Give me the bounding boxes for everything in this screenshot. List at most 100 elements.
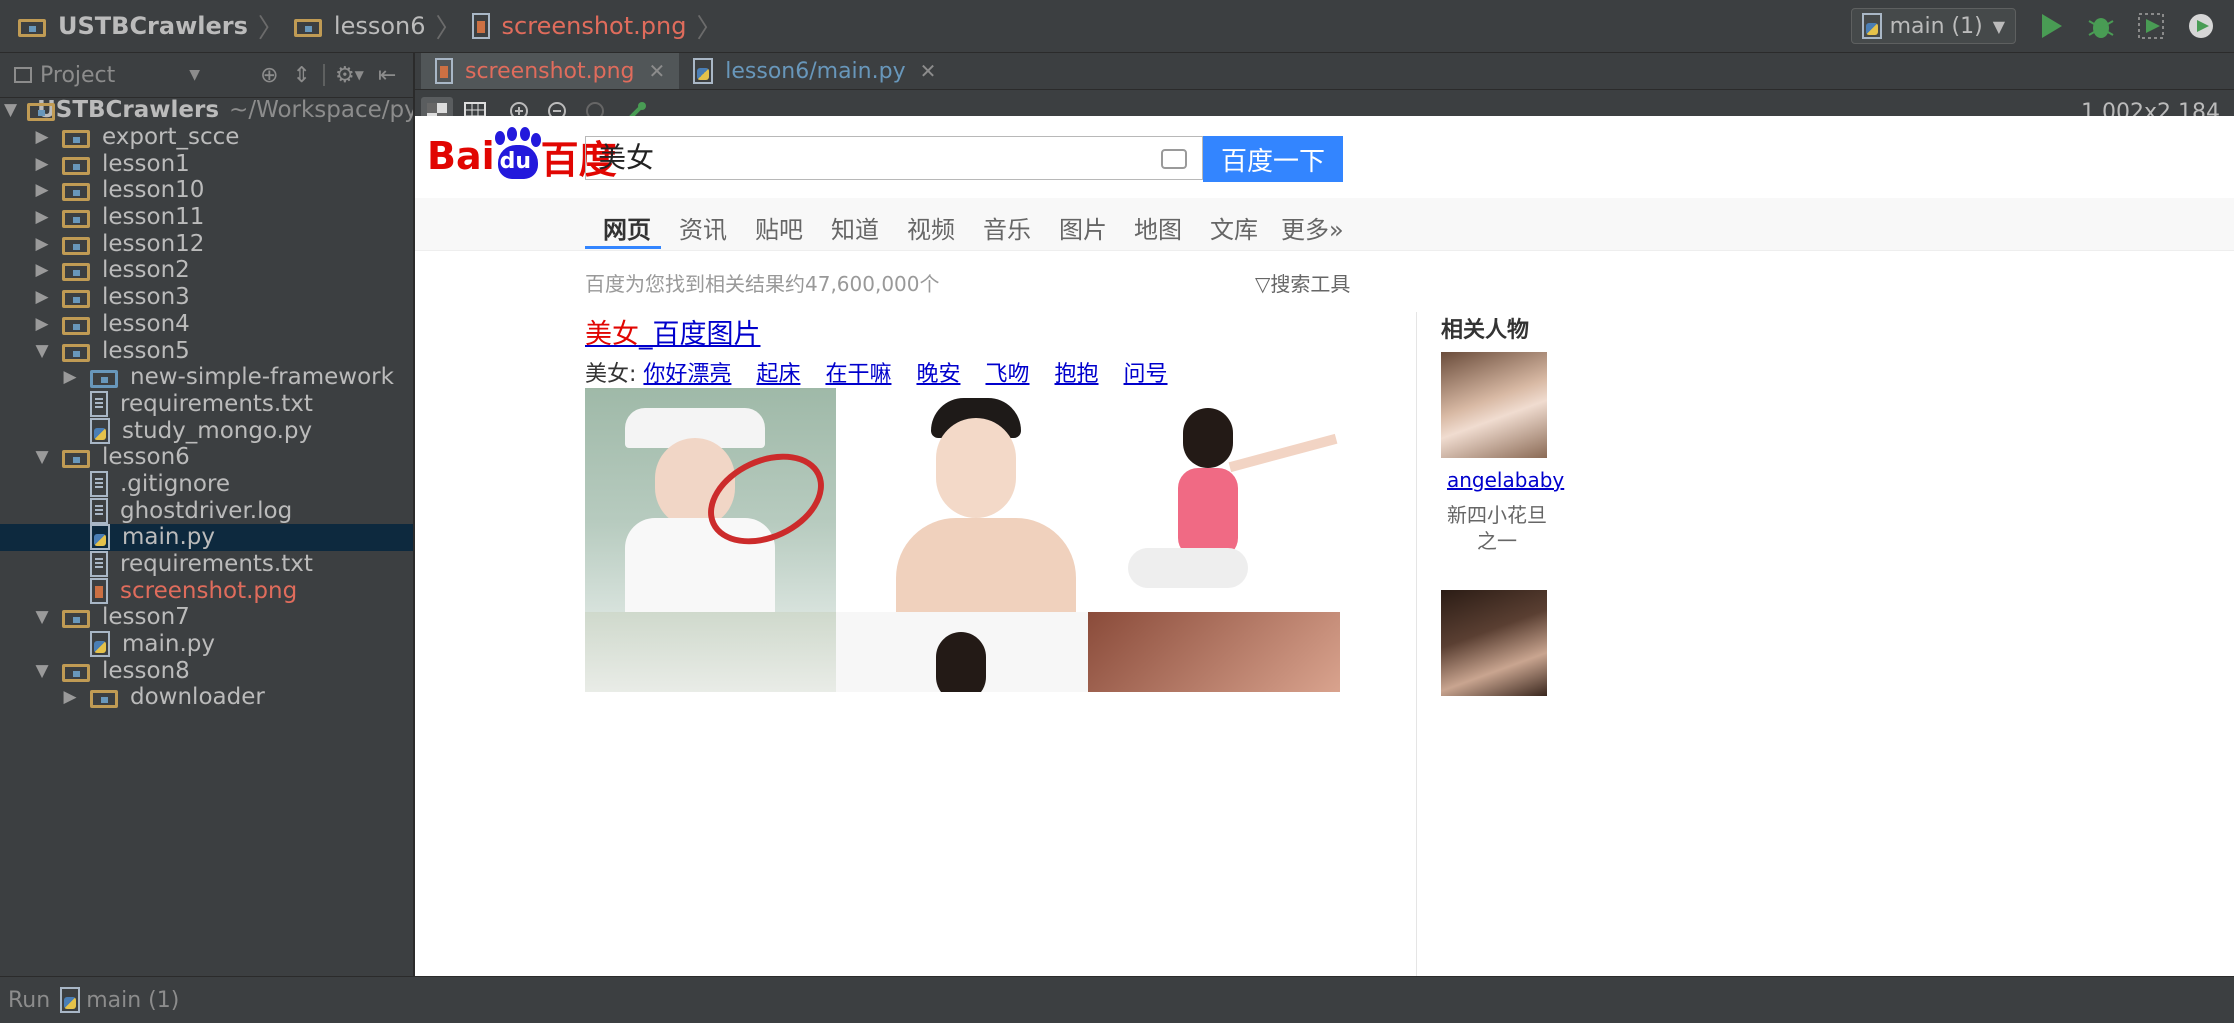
search-tools-link[interactable]: ▽搜索工具	[1255, 268, 1350, 297]
collapse-arrow-icon[interactable]: ▶	[60, 687, 80, 707]
expand-arrow-icon[interactable]: ▼	[32, 341, 52, 361]
nav-tab-zhidao[interactable]: 知道	[831, 210, 879, 245]
gear-icon[interactable]: ⚙	[335, 63, 355, 88]
collapse-arrow-icon[interactable]: ▶	[32, 287, 52, 307]
sub-link[interactable]: 问号	[1124, 362, 1168, 387]
result-count: 百度为您找到相关结果约47,600,000个	[585, 272, 940, 296]
image-thumbnail[interactable]	[585, 612, 836, 692]
image-thumbnail[interactable]	[1088, 388, 1340, 612]
collapse-arrow-icon[interactable]: ▶	[32, 154, 52, 174]
tree-item[interactable]: ▶ lesson1	[0, 150, 413, 177]
related-person-name[interactable]: angelababy	[1447, 468, 1564, 492]
breadcrumb-item-project[interactable]: USTBCrawlers	[58, 12, 248, 40]
result-title-link[interactable]: 美女_百度图片	[585, 312, 761, 351]
baidu-search-button[interactable]: 百度一下	[1203, 136, 1343, 182]
tree-item[interactable]: ▶ export_scce	[0, 124, 413, 151]
tree-item[interactable]: .gitignore	[0, 470, 413, 498]
close-icon[interactable]: ✕	[649, 59, 666, 83]
sub-link[interactable]: 飞吻	[985, 362, 1029, 387]
sub-link[interactable]: 在干嘛	[825, 362, 891, 387]
active-tab-indicator	[585, 246, 661, 249]
tree-item[interactable]: ▼ lesson5	[0, 337, 413, 364]
tree-item[interactable]: ghostdriver.log	[0, 497, 413, 524]
nav-tab-map[interactable]: 地图	[1134, 210, 1182, 245]
chevron-down-icon[interactable]: ▼	[355, 68, 364, 82]
collapse-all-icon[interactable]: ⇕	[293, 63, 311, 88]
project-view-select[interactable]: Project	[40, 63, 115, 88]
nav-tab-images[interactable]: 图片	[1059, 210, 1107, 245]
run-config-status[interactable]: main (1)	[86, 988, 179, 1013]
tree-item[interactable]: ▶ new-simple-framework	[0, 364, 413, 391]
tree-item[interactable]: screenshot.png	[0, 577, 413, 604]
debug-button[interactable]	[2084, 9, 2118, 43]
collapse-arrow-icon[interactable]: ▶	[32, 180, 52, 200]
breadcrumb-item-folder[interactable]: lesson6	[334, 12, 426, 40]
tree-item[interactable]: main.py	[0, 524, 413, 551]
expand-arrow-icon[interactable]: ▼	[32, 661, 52, 681]
expand-arrow-icon[interactable]: ▼	[32, 607, 52, 627]
coverage-button[interactable]	[2134, 9, 2168, 43]
image-thumbnail[interactable]	[585, 388, 836, 612]
tree-item[interactable]: ▼ lesson7	[0, 604, 413, 631]
python-file-icon	[90, 631, 110, 658]
tree-item[interactable]: ▶ lesson3	[0, 284, 413, 311]
hide-panel-icon[interactable]: ⇤	[378, 63, 396, 88]
nav-tab-news[interactable]: 资讯	[679, 210, 727, 245]
sub-link[interactable]: 起床	[756, 362, 800, 387]
tree-item-label: screenshot.png	[120, 577, 298, 604]
expand-arrow-icon[interactable]: ▼	[32, 447, 52, 467]
collapse-arrow-icon[interactable]: ▶	[32, 207, 52, 227]
tab-main-py[interactable]: lesson6/main.py ✕	[679, 53, 950, 89]
locate-icon[interactable]: ⊕	[260, 63, 278, 88]
camera-icon[interactable]	[1161, 149, 1187, 169]
folder-icon	[293, 15, 324, 37]
close-icon[interactable]: ✕	[920, 59, 937, 83]
tree-item[interactable]: ▶ downloader	[0, 684, 413, 711]
collapse-arrow-icon[interactable]: ▶	[32, 127, 52, 147]
tree-item[interactable]: ▼ lesson8	[0, 657, 413, 684]
tree-item[interactable]: ▶ lesson4	[0, 311, 413, 338]
nav-tab-music[interactable]: 音乐	[983, 210, 1031, 245]
nav-tab-web[interactable]: 网页	[603, 210, 651, 245]
nav-tab-wenku[interactable]: 文库	[1210, 210, 1258, 245]
tree-root[interactable]: ▼ USTBCrawlers ~/Workspace/python/USTBC	[0, 97, 413, 124]
baidu-search-input[interactable]: 美女	[585, 136, 1203, 180]
collapse-arrow-icon[interactable]: ▶	[32, 260, 52, 280]
sub-link[interactable]: 抱抱	[1055, 362, 1099, 387]
breadcrumb-item-file[interactable]: screenshot.png	[502, 12, 687, 40]
image-thumbnail[interactable]	[836, 612, 1088, 692]
tab-label: screenshot.png	[465, 58, 635, 84]
coverage-icon	[2138, 13, 2164, 39]
tree-item[interactable]: ▶ lesson11	[0, 204, 413, 231]
profile-button[interactable]	[2184, 9, 2218, 43]
nav-tab-more[interactable]: 更多»	[1281, 210, 1344, 245]
tree-item[interactable]: requirements.txt	[0, 551, 413, 578]
image-thumbnail[interactable]	[836, 388, 1088, 612]
run-config-select[interactable]: main (1) ▼	[1850, 8, 2016, 44]
tree-item[interactable]: ▼ lesson6	[0, 444, 413, 471]
sub-link[interactable]: 你好漂亮	[643, 362, 731, 387]
tab-screenshot-png[interactable]: screenshot.png ✕	[421, 53, 680, 89]
tree-item[interactable]: ▶ lesson2	[0, 257, 413, 284]
tree-item[interactable]: ▶ lesson12	[0, 230, 413, 257]
run-label[interactable]: Run	[8, 988, 50, 1013]
tree-item[interactable]: main.py	[0, 631, 413, 658]
tree-item[interactable]: requirements.txt	[0, 390, 413, 418]
related-person-photo[interactable]	[1441, 590, 1547, 696]
profiler-icon	[2189, 14, 2213, 38]
related-person-photo[interactable]	[1441, 352, 1547, 458]
run-button[interactable]	[2034, 9, 2068, 43]
collapse-arrow-icon[interactable]: ▶	[60, 367, 80, 387]
chevron-down-icon[interactable]: ▼	[189, 67, 200, 83]
expand-arrow-icon[interactable]: ▼	[4, 100, 17, 120]
image-thumbnail[interactable]	[1088, 612, 1340, 692]
collapse-arrow-icon[interactable]: ▶	[32, 234, 52, 254]
paw-icon: du	[494, 127, 541, 181]
nav-tab-video[interactable]: 视频	[907, 210, 955, 245]
nav-tab-tieba[interactable]: 贴吧	[755, 210, 803, 245]
collapse-arrow-icon[interactable]: ▶	[32, 314, 52, 334]
tree-item[interactable]: study_mongo.py	[0, 417, 413, 444]
tree-item[interactable]: ▶ lesson10	[0, 177, 413, 204]
text-file-icon	[90, 390, 108, 417]
sub-link[interactable]: 晚安	[916, 362, 960, 387]
